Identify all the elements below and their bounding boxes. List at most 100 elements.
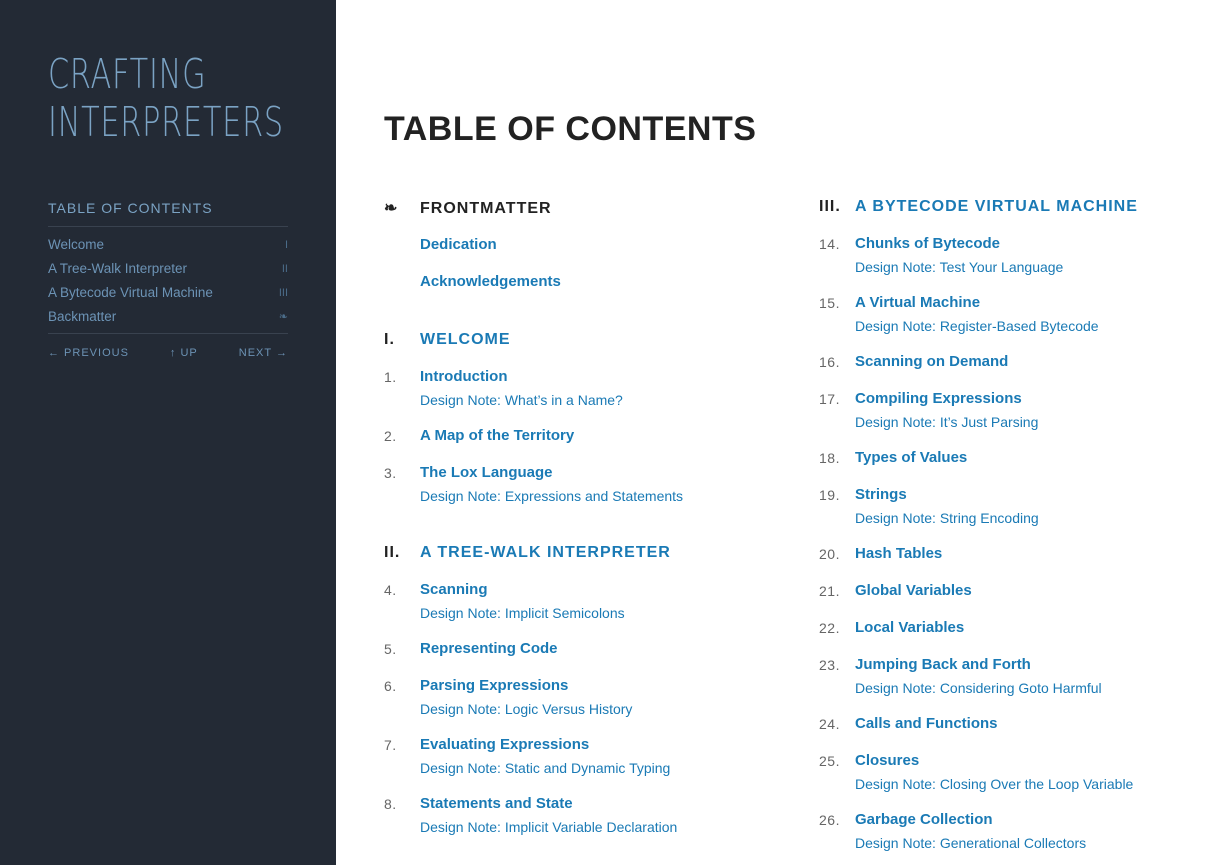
fleuron-icon: ❧ — [278, 311, 288, 323]
sidebar-divider-bottom — [48, 333, 288, 334]
chapter-entry: 25. Closures Design Note: Closing Over the… — [819, 750, 1209, 794]
chapter-number: 19. — [819, 487, 840, 503]
chapter-number: 3. — [384, 465, 397, 481]
chapter-title[interactable]: Global Variables — [855, 580, 972, 602]
chapter-number: 23. — [819, 657, 840, 673]
design-note-link[interactable]: Design Note: Logic Versus History — [420, 699, 632, 719]
chapter-title[interactable]: Strings — [855, 484, 1039, 506]
sidebar-item-numeral: III — [278, 287, 288, 299]
chapter-entry: 14. Chunks of Bytecode Design Note: Test Y… — [819, 233, 1209, 277]
chapter-number: 26. — [819, 812, 840, 828]
sidebar-item-numeral: I — [284, 239, 288, 251]
chapter-number: 8. — [384, 796, 397, 812]
sidebar-item-bytecode-virtual-machine[interactable]: A Bytecode Virtual Machine III — [48, 284, 288, 308]
chapter-title[interactable]: Dedication — [420, 234, 497, 256]
chapter-title[interactable]: Closures — [855, 750, 1133, 772]
chapter-title[interactable]: Compiling Expressions — [855, 388, 1038, 410]
design-note-link[interactable]: Design Note: Implicit Semicolons — [420, 603, 625, 623]
chapter-entry: 21. Global Variables — [819, 580, 1209, 602]
chapter-title[interactable]: Acknowledgements — [420, 271, 561, 293]
design-note-link[interactable]: Design Note: Expressions and Statements — [420, 486, 683, 506]
previous-link[interactable]: ← PREVIOUS — [48, 346, 129, 360]
chapter-number: 22. — [819, 620, 840, 636]
chapter-entry: 3. The Lox Language Design Note: Express… — [384, 462, 784, 506]
design-note-link[interactable]: Design Note: Generational Collectors — [855, 833, 1086, 853]
chapter-list: 14. Chunks of Bytecode Design Note: Test Y… — [819, 233, 1209, 853]
part-title[interactable]: WELCOME — [420, 331, 511, 349]
design-note-link[interactable]: Design Note: It’s Just Parsing — [855, 412, 1038, 432]
sidebar-item-label: A Bytecode Virtual Machine — [48, 285, 213, 300]
chapter-number: 7. — [384, 737, 397, 753]
chapter-entry: 2. A Map of the Territory — [384, 425, 784, 447]
sidebar-item-label: Welcome — [48, 237, 105, 252]
part-title[interactable]: A BYTECODE VIRTUAL MACHINE — [855, 198, 1138, 216]
chapter-title[interactable]: A Map of the Territory — [420, 425, 574, 447]
chapter-entry: 20. Hash Tables — [819, 543, 1209, 565]
frontmatter-item-dedication[interactable]: Dedication — [384, 234, 784, 256]
chapter-title[interactable]: Local Variables — [855, 617, 964, 639]
chapter-number: 24. — [819, 716, 840, 732]
chapter-number: 16. — [819, 354, 840, 370]
design-note-link[interactable]: Design Note: Test Your Language — [855, 257, 1063, 277]
logo-line-2: INTERPRETERS — [48, 98, 284, 146]
chapter-number: 20. — [819, 546, 840, 562]
page-title: TABLE OF CONTENTS — [384, 110, 757, 148]
fleuron-icon: ❧ — [384, 200, 399, 217]
part-title: FRONTMATTER — [420, 200, 552, 217]
design-note-link[interactable]: Design Note: What’s in a Name? — [420, 390, 623, 410]
part-frontmatter: ❧ FRONTMATTER — [384, 198, 784, 220]
sidebar-item-label: Backmatter — [48, 309, 117, 324]
part-numeral: III. — [819, 198, 841, 215]
design-note-link[interactable]: Design Note: Closing Over the Loop Varia… — [855, 774, 1133, 794]
chapter-title[interactable]: Parsing Expressions — [420, 675, 632, 697]
chapter-title[interactable]: A Virtual Machine — [855, 292, 1099, 314]
chapter-title[interactable]: Garbage Collection — [855, 809, 1086, 831]
chapter-entry: 23. Jumping Back and Forth Design Note: Co… — [819, 654, 1209, 698]
chapter-entry: 26. Garbage Collection Design Note: Genera… — [819, 809, 1209, 853]
chapter-title[interactable]: Hash Tables — [855, 543, 942, 565]
toc-column-right: III. A BYTECODE VIRTUAL MACHINE 14. Chunk… — [819, 198, 1209, 853]
chapter-number: 6. — [384, 678, 397, 694]
site-logo[interactable]: CRAFTING INTERPRETERS — [48, 50, 284, 146]
chapter-title[interactable]: The Lox Language — [420, 462, 683, 484]
chapter-title[interactable]: Representing Code — [420, 638, 558, 660]
design-note-link[interactable]: Design Note: String Encoding — [855, 508, 1039, 528]
chapter-title[interactable]: Scanning on Demand — [855, 351, 1008, 373]
chapter-entry: 5. Representing Code — [384, 638, 784, 660]
chapter-title[interactable]: Chunks of Bytecode — [855, 233, 1063, 255]
sidebar-item-welcome[interactable]: Welcome I — [48, 236, 288, 260]
chapter-title[interactable]: Types of Values — [855, 447, 967, 469]
chapter-entry: 8. Statements and State Design Note: Imp… — [384, 793, 784, 837]
chapter-title[interactable]: Jumping Back and Forth — [855, 654, 1102, 676]
sidebar-item-label: A Tree-Walk Interpreter — [48, 261, 188, 276]
up-link[interactable]: ↑ UP — [170, 346, 198, 360]
design-note-link[interactable]: Design Note: Considering Goto Harmful — [855, 678, 1102, 698]
sidebar-toc-title[interactable]: TABLE OF CONTENTS — [48, 200, 213, 216]
chapter-number: 18. — [819, 450, 840, 466]
chapter-entry: 22. Local Variables — [819, 617, 1209, 639]
chapter-title[interactable]: Evaluating Expressions — [420, 734, 670, 756]
design-note-link[interactable]: Design Note: Implicit Variable Declarati… — [420, 817, 677, 837]
chapter-entry: 6. Parsing Expressions Design Note: Logi… — [384, 675, 784, 719]
sidebar-item-tree-walk-interpreter[interactable]: A Tree-Walk Interpreter II — [48, 260, 288, 284]
sidebar-item-backmatter[interactable]: Backmatter ❧ — [48, 308, 288, 332]
chapter-number: 4. — [384, 582, 397, 598]
design-note-link[interactable]: Design Note: Register-Based Bytecode — [855, 316, 1099, 336]
chapter-number: 17. — [819, 391, 840, 407]
next-link[interactable]: NEXT → — [239, 346, 288, 360]
chapter-title[interactable]: Calls and Functions — [855, 713, 998, 735]
frontmatter-item-acknowledgements[interactable]: Acknowledgements — [384, 271, 784, 293]
chapter-entry: 4. Scanning Design Note: Implicit Semico… — [384, 579, 784, 623]
part-title[interactable]: A TREE-WALK INTERPRETER — [420, 544, 671, 562]
chapter-entry: 19. Strings Design Note: String Encoding — [819, 484, 1209, 528]
chapter-entry: 1. Introduction Design Note: What’s in a… — [384, 366, 784, 410]
chapter-title[interactable]: Statements and State — [420, 793, 677, 815]
chapter-entry: 7. Evaluating Expressions Design Note: S… — [384, 734, 784, 778]
design-note-link[interactable]: Design Note: Static and Dynamic Typing — [420, 758, 670, 778]
chapter-title[interactable]: Introduction — [420, 366, 623, 388]
sidebar-pagination: ← PREVIOUS ↑ UP NEXT → — [48, 346, 288, 360]
part-welcome: I. WELCOME — [384, 331, 784, 353]
chapter-title[interactable]: Scanning — [420, 579, 625, 601]
chapter-number: 5. — [384, 641, 397, 657]
sidebar-item-numeral: II — [281, 263, 288, 275]
